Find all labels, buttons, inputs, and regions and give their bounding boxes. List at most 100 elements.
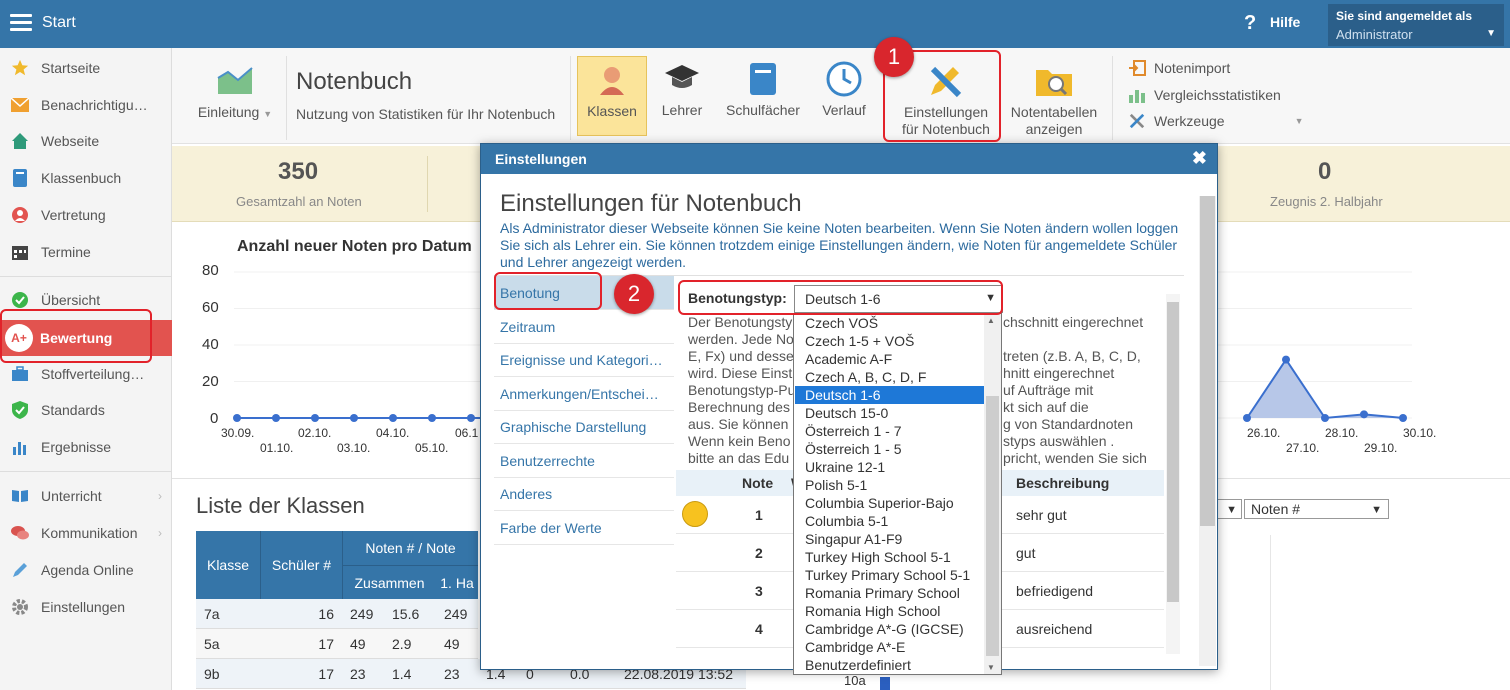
caret-down-icon: ▼ (263, 109, 273, 119)
noten-select[interactable]: Noten # ▼ (1244, 499, 1389, 519)
option[interactable]: Columbia Superior-Bajo (795, 494, 984, 512)
option[interactable]: Czech A, B, C, D, F (795, 368, 984, 386)
data-point[interactable] (1399, 414, 1407, 422)
option[interactable]: Czech 1-5 + VOŠ (795, 332, 984, 350)
nav-zeitraum[interactable]: Zeitraum (494, 310, 674, 344)
sidebar-item-unterricht[interactable]: Unterricht › (0, 479, 172, 513)
shield-check-icon (10, 400, 30, 420)
cell-avg: 2.9 (384, 629, 436, 659)
klassen-button[interactable]: Klassen (577, 56, 647, 136)
modal-header: Einstellungen ✖ (481, 144, 1217, 174)
sidebar-item-einstellungen[interactable]: Einstellungen (0, 590, 172, 624)
sidebar-item-kommunikation[interactable]: Kommunikation › (0, 516, 172, 550)
option[interactable]: Österreich 1 - 5 (795, 440, 984, 458)
option[interactable]: Singapur A1-F9 (795, 530, 984, 548)
vergleichsstatistiken-link[interactable]: Vergleichsstatistiken (1128, 87, 1281, 103)
werkzeuge-dropdown[interactable]: Werkzeuge ▼ (1128, 113, 1303, 129)
einleitung-button[interactable]: Einleitung ▼ (190, 62, 280, 120)
scroll-down-icon[interactable]: ▼ (987, 663, 995, 672)
help-link[interactable]: Hilfe (1270, 14, 1300, 30)
option[interactable]: Deutsch 15-0 (795, 404, 984, 422)
nav-graphische-darstellung[interactable]: Graphische Darstellung (494, 410, 674, 444)
data-point[interactable] (311, 414, 319, 422)
data-point[interactable] (350, 414, 358, 422)
data-point[interactable] (467, 414, 475, 422)
cell-klasse[interactable]: 7a (196, 599, 260, 629)
option[interactable]: Cambridge A*-G (IGCSE) (795, 620, 984, 638)
sidebar-item-benachrichtigungen[interactable]: Benachrichtigu… (0, 88, 172, 122)
data-point[interactable] (1243, 414, 1251, 422)
option[interactable]: Academic A-F (795, 350, 984, 368)
option[interactable]: Ukraine 12-1 (795, 458, 984, 476)
modal-scrollbar[interactable] (1199, 196, 1216, 666)
caret-down-icon: ▼ (1486, 28, 1496, 39)
data-point[interactable] (233, 414, 241, 422)
data-point[interactable] (272, 414, 280, 422)
start-link[interactable]: Start (42, 14, 76, 32)
sidebar-item-ergebnisse[interactable]: Ergebnisse (0, 430, 172, 464)
option[interactable]: Polish 5-1 (795, 476, 984, 494)
sidebar-item-webseite[interactable]: Webseite (0, 124, 172, 158)
option[interactable]: Romania High School (795, 602, 984, 620)
chat-icon (10, 523, 30, 543)
content-scrollbar[interactable] (1166, 294, 1180, 654)
data-point[interactable] (1360, 410, 1368, 419)
cell-klasse[interactable]: 9b (196, 659, 260, 689)
option[interactable]: Österreich 1 - 7 (795, 422, 984, 440)
login-dropdown[interactable]: Sie sind angemeldet als Administrator ▼ (1328, 4, 1504, 46)
option[interactable]: Romania Primary School (795, 584, 984, 602)
grade-note: 1 (755, 507, 763, 523)
lehrer-button[interactable]: Lehrer (652, 60, 712, 118)
class-list-title: Liste der Klassen (196, 493, 365, 518)
option[interactable]: Turkey Primary School 5-1 (795, 566, 984, 584)
sidebar-item-klassenbuch[interactable]: Klassenbuch (0, 161, 172, 195)
nav-farbe-der-werte[interactable]: Farbe der Werte (494, 511, 674, 545)
option-selected[interactable]: Deutsch 1-6 (795, 386, 984, 404)
sidebar-item-startseite[interactable]: Startseite (0, 51, 172, 85)
cell-klasse[interactable]: 5a (196, 629, 260, 659)
x-tick-label: 01.10. (260, 441, 294, 455)
sidebar-item-standards[interactable]: Standards (0, 393, 172, 427)
data-point[interactable] (1321, 414, 1329, 422)
callout-badge-2: 2 (614, 274, 654, 314)
scroll-up-icon[interactable]: ▲ (987, 316, 995, 325)
notenimport-link[interactable]: Notenimport (1128, 60, 1230, 76)
sidebar-item-termine[interactable]: Termine (0, 235, 172, 269)
content-scrollbar-thumb[interactable] (1167, 302, 1179, 602)
col-header-schueler[interactable]: Schüler # (260, 531, 342, 599)
data-point[interactable] (1282, 355, 1290, 364)
col-header-halbjahr[interactable]: 1. Ha (436, 565, 478, 599)
notentabellen-button[interactable]: Notentabellen anzeigen (1004, 62, 1104, 138)
students-icon (592, 61, 632, 99)
col-header-klasse[interactable]: Klasse (196, 531, 260, 599)
stat-divider (427, 156, 428, 212)
dropdown-scrollbar[interactable]: ▲ ▼ (984, 314, 1001, 674)
data-point[interactable] (428, 414, 436, 422)
nav-benutzerrechte[interactable]: Benutzerrechte (494, 444, 674, 478)
sidebar-item-label: Termine (41, 244, 91, 260)
nav-anderes[interactable]: Anderes (494, 477, 674, 511)
sidebar-item-label: Einstellungen (41, 599, 126, 615)
help-icon[interactable]: ? (1244, 12, 1264, 34)
option[interactable]: Benutzerdefiniert (795, 656, 984, 674)
data-point[interactable] (389, 414, 397, 422)
col-header-zusammen[interactable]: Zusammen (342, 565, 436, 599)
option[interactable]: Turkey High School 5-1 (795, 548, 984, 566)
nav-ereignisse[interactable]: Ereignisse und Kategori… (494, 343, 674, 377)
check-circle-icon (10, 290, 30, 310)
nav-anmerkungen[interactable]: Anmerkungen/Entschei… (494, 377, 674, 411)
person-icon (10, 205, 30, 225)
option[interactable]: Czech VOŠ (795, 314, 984, 332)
option[interactable]: Cambridge A*-E (795, 638, 984, 656)
verlauf-button[interactable]: Verlauf (812, 60, 876, 118)
page-title: Notenbuch (296, 68, 413, 95)
close-icon[interactable]: ✖ (1192, 148, 1207, 169)
modal-scrollbar-thumb[interactable] (1200, 196, 1215, 526)
dropdown-scrollbar-thumb[interactable] (986, 396, 999, 656)
sidebar-item-agenda-online[interactable]: Agenda Online (0, 553, 172, 587)
schulfaecher-button[interactable]: Schulfächer (720, 60, 806, 118)
menu-icon[interactable] (10, 14, 32, 32)
sidebar-item-vertretung[interactable]: Vertretung (0, 198, 172, 232)
option[interactable]: Columbia 5-1 (795, 512, 984, 530)
desc-line: styps auswählen . (1003, 433, 1115, 449)
